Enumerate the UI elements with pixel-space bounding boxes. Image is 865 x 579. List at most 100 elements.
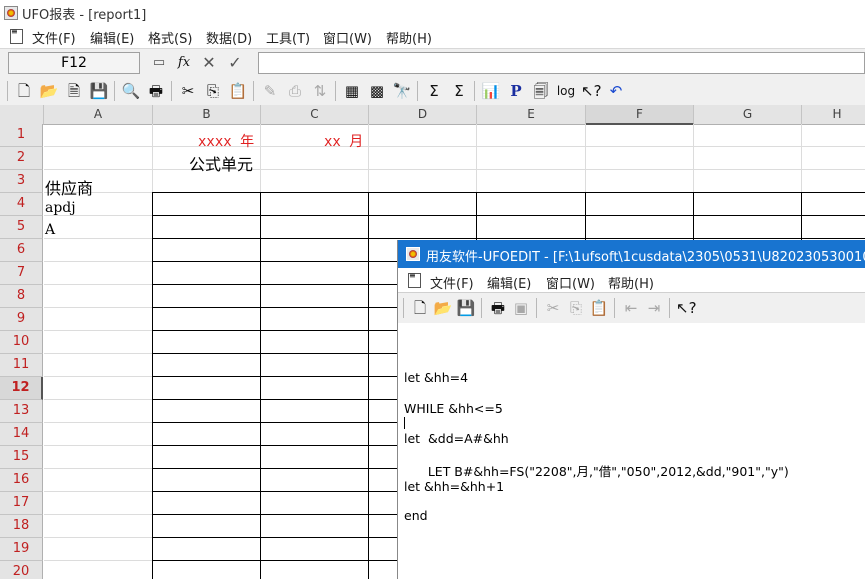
row-header-12[interactable]: 12 bbox=[0, 377, 43, 400]
sum-icon[interactable]: Σ bbox=[424, 81, 444, 101]
copy-icon[interactable]: ⎘ bbox=[566, 298, 586, 318]
find-icon[interactable]: 🔭 bbox=[392, 81, 412, 101]
column-header-g[interactable]: G bbox=[694, 105, 802, 125]
code-line: WHILE &hh<=5 bbox=[404, 401, 503, 416]
menu-tools[interactable]: 工具(T) bbox=[266, 28, 310, 47]
editor-menu-window[interactable]: 窗口(W) bbox=[546, 273, 595, 292]
code-editor[interactable]: let &hh=4 WHILE &hh<=5 let &dd=A#&hh LET… bbox=[398, 323, 865, 579]
menu-edit[interactable]: 编辑(E) bbox=[90, 28, 134, 47]
toolbar-separator bbox=[474, 81, 475, 101]
row-header-6[interactable]: 6 bbox=[0, 239, 43, 262]
column-header-a[interactable]: A bbox=[44, 105, 153, 125]
cut-icon[interactable]: ✂ bbox=[543, 298, 563, 318]
row-header-14[interactable]: 14 bbox=[0, 423, 43, 446]
cell-a5[interactable]: A bbox=[45, 222, 55, 238]
print-preview-icon[interactable]: 🔍 bbox=[121, 81, 141, 101]
new-icon[interactable]: 🗋 bbox=[14, 81, 34, 101]
column-header-e[interactable]: E bbox=[477, 105, 586, 125]
cell-c1-month[interactable]: xx 月 bbox=[324, 131, 363, 151]
menu-help[interactable]: 帮助(H) bbox=[386, 28, 432, 47]
row-header-3[interactable]: 3 bbox=[0, 170, 43, 193]
menu-window[interactable]: 窗口(W) bbox=[323, 28, 372, 47]
log-icon[interactable]: log bbox=[556, 81, 576, 101]
help-icon[interactable]: ↖? bbox=[676, 298, 697, 318]
column-header-b[interactable]: B bbox=[153, 105, 261, 125]
select-all-corner[interactable] bbox=[0, 105, 44, 125]
cell-reference-box[interactable]: F12 bbox=[8, 52, 140, 74]
paste-icon[interactable]: 📋 bbox=[228, 81, 248, 101]
cell-a4[interactable]: apdj bbox=[45, 200, 76, 216]
function-box-icon[interactable]: ▭ bbox=[150, 54, 168, 72]
row-header-10[interactable]: 10 bbox=[0, 331, 43, 354]
document-icon[interactable]: ≡ bbox=[10, 28, 23, 44]
cell-b2-formula-unit[interactable]: 公式单元 bbox=[189, 151, 253, 175]
p-icon[interactable]: P bbox=[506, 81, 526, 101]
print-icon[interactable]: 🖶 bbox=[146, 81, 166, 101]
menu-data[interactable]: 数据(D) bbox=[206, 28, 252, 47]
table-icon[interactable]: ▦ bbox=[342, 81, 362, 101]
row-header-1[interactable]: 1 bbox=[0, 124, 43, 147]
row-header-20[interactable]: 20 bbox=[0, 561, 43, 579]
fx-icon[interactable]: fx bbox=[175, 54, 193, 72]
toolbar-grip bbox=[7, 81, 8, 101]
preview-icon[interactable]: ▣ bbox=[511, 298, 531, 318]
sort-icon[interactable]: ⇅ bbox=[310, 81, 330, 101]
column-header-d[interactable]: D bbox=[369, 105, 477, 125]
row-header-4[interactable]: 4 bbox=[0, 193, 43, 216]
chart-icon[interactable]: 📊 bbox=[481, 81, 501, 101]
page-icon[interactable]: 🗐 bbox=[531, 81, 551, 101]
indent-right-icon[interactable]: ⇥ bbox=[644, 298, 664, 318]
formula-input[interactable] bbox=[258, 52, 865, 74]
row-header-11[interactable]: 11 bbox=[0, 354, 43, 377]
confirm-icon[interactable]: ✓ bbox=[226, 54, 244, 72]
row-header-16[interactable]: 16 bbox=[0, 469, 43, 492]
open-icon[interactable]: 📂 bbox=[39, 81, 59, 101]
editor-menu-edit[interactable]: 编辑(E) bbox=[487, 273, 531, 292]
row-header-13[interactable]: 13 bbox=[0, 400, 43, 423]
row-header-9[interactable]: 9 bbox=[0, 308, 43, 331]
new-icon[interactable]: 🗋 bbox=[410, 298, 430, 318]
cell-a3-supplier[interactable]: 供应商 bbox=[45, 175, 93, 199]
save-icon[interactable]: 💾 bbox=[89, 81, 109, 101]
row-header-17[interactable]: 17 bbox=[0, 492, 43, 515]
code-line: let &hh=&hh+1 bbox=[404, 479, 505, 494]
editor-title-bar[interactable]: 用友软件-UFOEDIT - [F:\1ufsoft\1cusdata\2305… bbox=[398, 240, 865, 268]
cell-b1-year[interactable]: xxxx 年 bbox=[198, 131, 254, 151]
save-icon[interactable]: 💾 bbox=[456, 298, 476, 318]
row-header-7[interactable]: 7 bbox=[0, 262, 43, 285]
format-painter-icon[interactable]: ⎙ bbox=[285, 81, 305, 101]
toolbar-separator bbox=[171, 81, 172, 101]
grid-icon[interactable]: ▩ bbox=[367, 81, 387, 101]
row-header-15[interactable]: 15 bbox=[0, 446, 43, 469]
column-header-f[interactable]: F bbox=[586, 105, 694, 125]
paste-icon[interactable]: 📋 bbox=[589, 298, 609, 318]
table-border-line bbox=[152, 192, 865, 193]
open-icon[interactable]: 📂 bbox=[433, 298, 453, 318]
undo-icon[interactable]: ↶ bbox=[606, 81, 626, 101]
cut-icon[interactable]: ✂ bbox=[178, 81, 198, 101]
code-line: let &dd=A#&hh bbox=[404, 431, 509, 446]
help-icon[interactable]: ↖? bbox=[581, 81, 602, 101]
menu-format[interactable]: 格式(S) bbox=[148, 28, 192, 47]
row-header-8[interactable]: 8 bbox=[0, 285, 43, 308]
row-header-18[interactable]: 18 bbox=[0, 515, 43, 538]
editor-menu-file[interactable]: 文件(F) bbox=[430, 273, 474, 292]
notes-icon[interactable]: 🗎 bbox=[64, 81, 84, 101]
menu-file[interactable]: 文件(F) bbox=[32, 28, 76, 47]
row-header-2[interactable]: 2 bbox=[0, 147, 43, 170]
row-header-19[interactable]: 19 bbox=[0, 538, 43, 561]
editor-document-icon[interactable]: ≡ bbox=[408, 272, 421, 288]
table-border-line bbox=[152, 238, 865, 239]
editor-menu-help[interactable]: 帮助(H) bbox=[608, 273, 654, 292]
cancel-icon[interactable]: ✕ bbox=[200, 54, 218, 72]
subtotal-icon[interactable]: Σ bbox=[449, 81, 469, 101]
row-header-5[interactable]: 5 bbox=[0, 216, 43, 239]
column-header-h[interactable]: H bbox=[802, 105, 865, 125]
table-border-line bbox=[260, 192, 261, 579]
fill-icon[interactable]: ✎ bbox=[260, 81, 280, 101]
column-header-c[interactable]: C bbox=[261, 105, 369, 125]
ufoedit-window[interactable]: 用友软件-UFOEDIT - [F:\1ufsoft\1cusdata\2305… bbox=[397, 240, 865, 579]
indent-left-icon[interactable]: ⇤ bbox=[621, 298, 641, 318]
print-icon[interactable]: 🖶 bbox=[488, 298, 508, 318]
copy-icon[interactable]: ⎘ bbox=[203, 81, 223, 101]
